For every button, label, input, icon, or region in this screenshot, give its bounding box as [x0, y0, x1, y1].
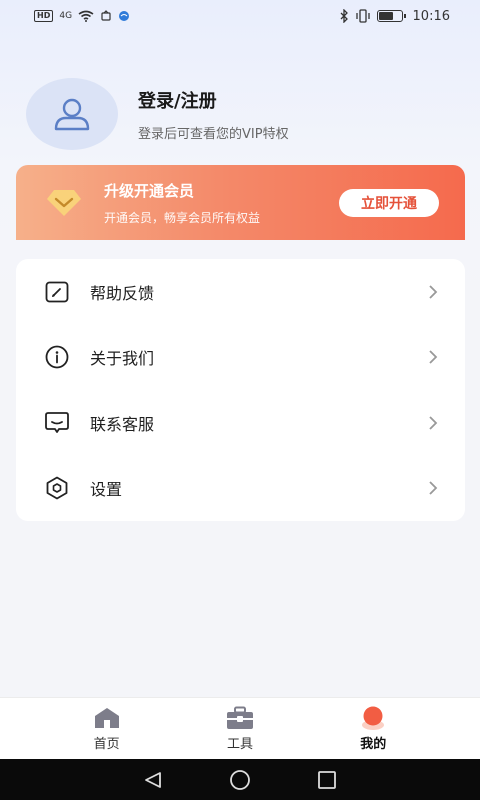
profile-blob-icon [359, 705, 387, 731]
open-vip-button[interactable]: 立即开通 [339, 189, 439, 217]
bottom-tab-bar: 首页 工具 我的 [0, 697, 480, 759]
vibrate-icon [355, 9, 370, 23]
diamond-icon [47, 189, 81, 216]
app-notification-icon-2 [119, 11, 130, 21]
chat-bubble-icon [44, 410, 70, 436]
login-hint: 登录后可查看您的VIP特权 [138, 126, 289, 142]
home-circle-icon[interactable] [229, 769, 251, 791]
avatar[interactable] [26, 78, 118, 150]
menu-item-help-feedback[interactable]: 帮助反馈 [16, 259, 465, 325]
vip-title: 升级开通会员 [104, 181, 195, 200]
menu-item-about-us[interactable]: 关于我们 [16, 325, 465, 391]
settings-hexagon-icon [44, 475, 70, 501]
menu-label-help-feedback: 帮助反馈 [90, 283, 155, 303]
vip-subtitle: 开通会员，畅享会员所有权益 [104, 210, 261, 225]
back-icon[interactable] [143, 771, 163, 789]
info-icon [44, 344, 70, 370]
toolbox-icon [226, 705, 254, 731]
chevron-right-icon [429, 350, 438, 364]
status-bar: HD 4G 10:16 [0, 0, 480, 32]
bluetooth-icon [340, 9, 348, 23]
page-background [0, 0, 480, 300]
vip-banner[interactable]: 升级开通会员 开通会员，畅享会员所有权益 立即开通 [16, 165, 465, 240]
menu-label-about-us: 关于我们 [90, 349, 155, 369]
login-register-link[interactable]: 登录/注册 [138, 87, 289, 113]
menu-label-settings: 设置 [90, 480, 123, 500]
menu-card: 帮助反馈 关于我们 联系客服 设置 [16, 259, 465, 521]
tab-mine[interactable]: 我的 [328, 705, 418, 752]
system-nav-bar [0, 759, 480, 800]
chevron-right-icon [429, 285, 438, 299]
tab-home[interactable]: 首页 [62, 705, 152, 752]
home-icon [93, 705, 121, 731]
chevron-right-icon [429, 416, 438, 430]
battery-level [378, 12, 393, 20]
chevron-right-icon [429, 481, 438, 495]
clock: 10:16 [412, 8, 450, 24]
menu-label-contact-support: 联系客服 [90, 414, 155, 434]
recents-icon[interactable] [317, 770, 337, 790]
tab-label-home: 首页 [93, 737, 120, 752]
network-type: 4G [59, 11, 73, 21]
battery-icon [376, 10, 406, 22]
user-icon [54, 98, 90, 131]
profile-header[interactable]: 登录/注册 登录后可查看您的VIP特权 [26, 78, 289, 150]
menu-item-settings[interactable]: 设置 [16, 456, 465, 522]
app-notification-icon [101, 10, 111, 21]
wifi-icon [78, 10, 94, 22]
tab-label-mine: 我的 [360, 737, 387, 752]
edit-feedback-icon [44, 279, 70, 305]
hd-indicator: HD [34, 10, 54, 22]
tab-label-tools: 工具 [226, 737, 253, 752]
menu-item-contact-support[interactable]: 联系客服 [16, 390, 465, 456]
tab-tools[interactable]: 工具 [195, 705, 285, 752]
